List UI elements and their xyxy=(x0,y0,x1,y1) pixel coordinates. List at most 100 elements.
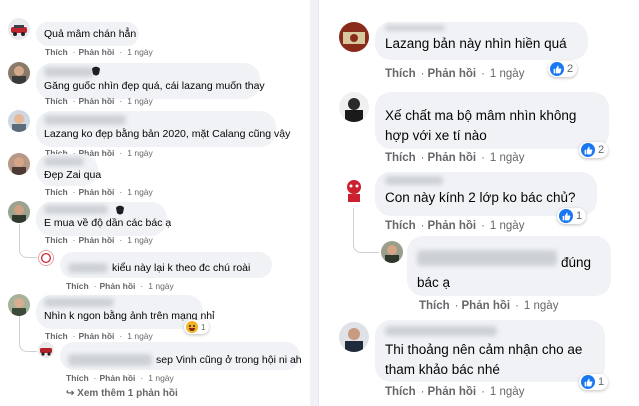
user-avatar-icon[interactable] xyxy=(38,342,54,358)
view-more-replies-link[interactable]: ↪ Xem thêm 1 phản hồi xyxy=(66,388,178,399)
comment-text: tham khảo bác nhé xyxy=(385,362,500,377)
comment-timestamp[interactable]: 1 ngày xyxy=(490,152,525,164)
comment-timestamp[interactable]: 1 ngày xyxy=(490,220,525,232)
reply-button[interactable]: Phản hồi xyxy=(79,187,115,197)
like-button[interactable]: Thích xyxy=(45,235,68,245)
comment-text: bác ạ xyxy=(417,275,451,290)
commenter-name[interactable] xyxy=(44,115,126,125)
reply-arrow-icon: ↪ xyxy=(66,388,78,399)
commenter-name[interactable] xyxy=(417,250,557,266)
commenter-name[interactable] xyxy=(385,25,445,31)
comment-timestamp[interactable]: 1 ngày xyxy=(127,47,153,57)
left-comment-panel: Quả mâm chán hẳn Thích · Phản hồi · 1 ngày G… xyxy=(0,0,310,406)
commenter-name[interactable] xyxy=(44,298,114,307)
comment-text: đúng xyxy=(561,255,592,270)
reply-thread-line xyxy=(19,224,37,258)
comment-text: Găng guốc nhìn đẹp quá, cái lazang muốn … xyxy=(44,80,265,92)
commenter-name[interactable] xyxy=(385,176,443,185)
user-avatar-icon[interactable] xyxy=(8,18,30,40)
right-comment-panel: Lazang bản này nhìn hiền quá 2 Thích · Phả… xyxy=(318,0,639,406)
like-button[interactable]: Thích xyxy=(419,300,450,312)
user-avatar-icon[interactable] xyxy=(8,153,30,175)
reaction-count: 2 xyxy=(567,63,574,75)
user-avatar-icon[interactable] xyxy=(8,110,30,132)
comment-timestamp[interactable]: 1 ngày xyxy=(127,148,153,158)
reply-thread-line xyxy=(353,208,379,253)
comment-text: kiểu này lại k theo đc chú roài xyxy=(112,262,251,274)
reaction-summary[interactable]: 2 xyxy=(548,61,578,77)
comment-timestamp[interactable]: 1 ngày xyxy=(127,96,153,106)
like-button[interactable]: Thích xyxy=(385,152,416,164)
comment-timestamp[interactable]: 1 ngày xyxy=(148,281,174,291)
comment-text: Lazang ko đẹp bằng bản 2020, mặt Calang … xyxy=(44,128,291,140)
like-reaction-icon xyxy=(550,62,564,76)
like-button[interactable]: Thích xyxy=(45,47,68,57)
reaction-summary[interactable]: 1 xyxy=(579,374,609,390)
reaction-count: 1 xyxy=(576,210,583,222)
user-avatar-icon[interactable] xyxy=(38,250,54,266)
like-reaction-icon xyxy=(581,375,595,389)
comment-text: Lazang bản này nhìn hiền quá xyxy=(385,36,567,51)
commenter-name[interactable] xyxy=(68,353,152,366)
reply-button[interactable]: Phản hồi xyxy=(100,281,136,291)
comment-text: E mua về độ dần các bác ạ xyxy=(44,217,172,229)
reply-button[interactable]: Phản hồi xyxy=(79,47,115,57)
reply-thread-line xyxy=(19,316,37,352)
reaction-summary[interactable]: 1 xyxy=(557,208,587,224)
comment-timestamp[interactable]: 1 ngày xyxy=(127,235,153,245)
user-avatar-icon[interactable] xyxy=(339,322,369,352)
user-avatar-icon[interactable] xyxy=(8,201,30,223)
like-button[interactable]: Thích xyxy=(66,373,89,383)
commenter-name[interactable] xyxy=(385,326,497,336)
like-button[interactable]: Thích xyxy=(45,96,68,106)
commenter-name[interactable] xyxy=(68,263,108,273)
mask-badge-icon xyxy=(116,205,124,215)
reply-button[interactable]: Phản hồi xyxy=(79,235,115,245)
comment-timestamp[interactable]: 1 ngày xyxy=(490,386,525,398)
reply-button[interactable]: Phản hồi xyxy=(428,152,477,164)
user-avatar-icon[interactable] xyxy=(8,62,30,84)
comment-text: Đẹp Zai qua xyxy=(44,169,102,181)
mask-badge-icon xyxy=(92,66,100,76)
like-button[interactable]: Thích xyxy=(45,187,68,197)
user-avatar-icon[interactable] xyxy=(339,174,369,204)
like-button[interactable]: Thích xyxy=(385,68,416,80)
haha-reaction-icon xyxy=(186,321,198,333)
comment-timestamp[interactable]: 1 ngày xyxy=(524,300,559,312)
comment-text: sep Vinh cũng ở trong hội ni ah xyxy=(156,353,302,366)
comment-timestamp[interactable]: 1 ngày xyxy=(127,331,153,341)
user-avatar-icon[interactable] xyxy=(339,92,369,122)
panel-divider xyxy=(310,0,318,406)
user-avatar-icon[interactable] xyxy=(339,22,369,52)
reply-button[interactable]: Phản hồi xyxy=(428,220,477,232)
reaction-count: 1 xyxy=(598,376,605,388)
like-reaction-icon xyxy=(559,209,573,223)
comment-text: hợp với xe tí nào xyxy=(385,128,487,143)
comment-text: Xế chất ma bộ mâm nhìn không xyxy=(385,108,577,123)
reply-button[interactable]: Phản hồi xyxy=(79,96,115,106)
commenter-name[interactable] xyxy=(44,67,94,77)
user-avatar-icon[interactable] xyxy=(8,294,30,316)
comment-text: Thi thoảng nên cảm nhận cho ae xyxy=(385,342,583,357)
commenter-name[interactable] xyxy=(44,205,108,214)
like-button[interactable]: Thích xyxy=(45,331,68,341)
comment-timestamp[interactable]: 1 ngày xyxy=(490,68,525,80)
reply-button[interactable]: Phản hồi xyxy=(100,373,136,383)
comment-timestamp[interactable]: 1 ngày xyxy=(148,373,174,383)
reply-button[interactable]: Phản hồi xyxy=(428,68,477,80)
comment-text: Quả mâm chán hẳn xyxy=(44,28,137,40)
comment-timestamp[interactable]: 1 ngày xyxy=(127,187,153,197)
reply-button[interactable]: Phản hồi xyxy=(79,331,115,341)
user-avatar-icon[interactable] xyxy=(381,241,403,263)
like-button[interactable]: Thích xyxy=(385,386,416,398)
like-reaction-icon xyxy=(581,143,595,157)
reaction-summary[interactable]: 1 xyxy=(184,320,210,334)
reply-button[interactable]: Phản hồi xyxy=(462,300,511,312)
comment-text: Nhìn k ngon bằng ảnh trên mạng nhỉ xyxy=(44,310,215,322)
reply-button[interactable]: Phản hồi xyxy=(428,386,477,398)
reaction-summary[interactable]: 2 xyxy=(579,142,609,158)
like-button[interactable]: Thích xyxy=(66,281,89,291)
commenter-name[interactable] xyxy=(44,157,84,166)
like-button[interactable]: Thích xyxy=(385,220,416,232)
reaction-count: 2 xyxy=(598,144,605,156)
